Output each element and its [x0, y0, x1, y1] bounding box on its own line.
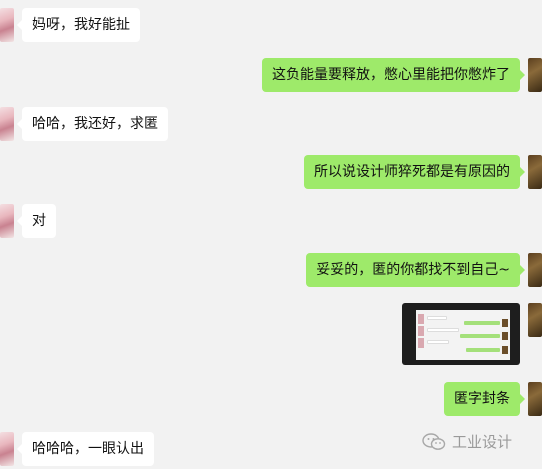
message-bubble-outgoing[interactable]: 妥妥的，匿的你都找不到自己~: [306, 253, 525, 287]
avatar[interactable]: [0, 8, 14, 42]
thumb-bubble: [427, 340, 449, 344]
watermark-text: 工业设计: [452, 433, 513, 451]
chat-view: 妈呀，我好能扯 这负能量要释放，憋心里能把你憋炸了 哈哈，我还好，求匿 所以说设…: [0, 0, 542, 469]
message-bubble-incoming[interactable]: 妈呀，我好能扯: [17, 8, 140, 42]
message-bubble-incoming[interactable]: 哈哈哈，一眼认出: [17, 432, 154, 466]
thumb-avatar: [418, 338, 424, 348]
avatar[interactable]: [528, 382, 542, 416]
message-bubble-incoming[interactable]: 哈哈，我还好，求匿: [17, 107, 168, 141]
avatar[interactable]: [528, 58, 542, 92]
thumb-bubble: [466, 348, 500, 352]
avatar[interactable]: [0, 204, 14, 238]
avatar[interactable]: [0, 107, 14, 141]
thumb-avatar: [502, 346, 508, 354]
avatar[interactable]: [0, 432, 14, 466]
thumb-bubble: [427, 316, 447, 320]
wechat-icon: [422, 432, 446, 451]
thumb-avatar: [502, 319, 508, 327]
message-bubble-outgoing[interactable]: 匿字封条: [444, 382, 525, 416]
thumb-avatar: [418, 326, 424, 336]
message-bubble-outgoing[interactable]: 这负能量要释放，憋心里能把你憋炸了: [262, 58, 525, 92]
thumb-avatar: [418, 314, 424, 324]
avatar[interactable]: [528, 155, 542, 189]
watermark: 工业设计: [422, 431, 512, 452]
avatar[interactable]: [528, 253, 542, 287]
image-message[interactable]: [402, 303, 520, 365]
thumb-bubble: [427, 328, 459, 332]
thumb-bubble: [460, 334, 500, 338]
screenshot-thumbnail: [416, 310, 510, 360]
thumb-bubble: [464, 321, 500, 325]
message-bubble-outgoing[interactable]: 所以说设计师猝死都是有原因的: [304, 155, 525, 189]
avatar[interactable]: [528, 303, 542, 337]
message-bubble-incoming[interactable]: 对: [17, 204, 56, 238]
thumb-avatar: [502, 332, 508, 340]
